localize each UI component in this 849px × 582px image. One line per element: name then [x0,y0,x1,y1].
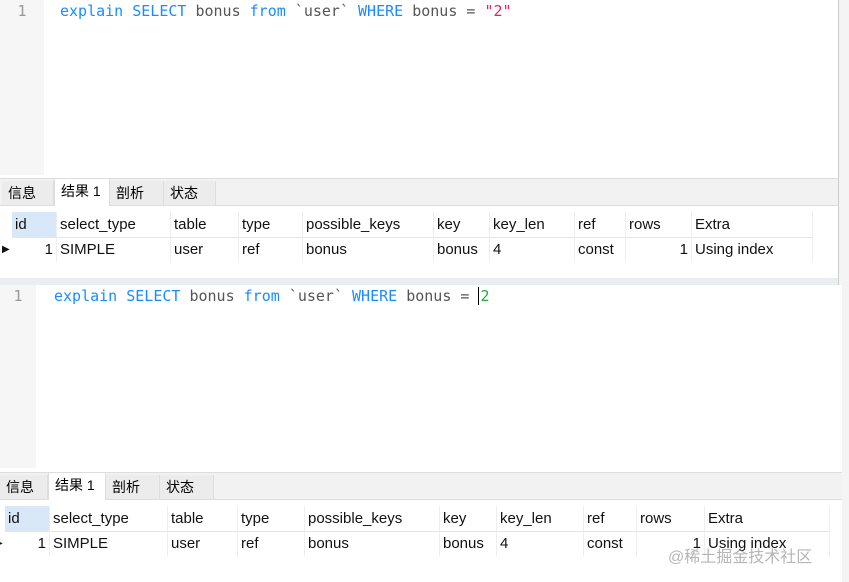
cell-possible-keys[interactable]: bonus [305,531,440,556]
cell-key[interactable]: bonus [434,237,490,262]
cell-possible-keys[interactable]: bonus [303,237,434,262]
keyword: from [243,287,280,305]
keyword: from [249,2,286,20]
sql-code[interactable]: explain SELECT bonus from `user` WHERE b… [54,287,490,305]
cell-extra[interactable]: Using index [692,237,813,262]
cell-type[interactable]: ref [239,237,303,262]
line-number: 1 [0,0,44,175]
cell-select-type[interactable]: SIMPLE [50,531,168,556]
keyword: SELECT [126,287,181,305]
tab-3[interactable]: 状态 [164,181,216,205]
cell-ref[interactable]: const [575,237,626,262]
keyword: explain [54,287,118,305]
column-header-possible-keys[interactable]: possible_keys [303,212,434,237]
result-tabs: 信息 结果 1 剖析 状态 [0,472,842,500]
cell-key[interactable]: bonus [440,531,497,556]
column-header-extra[interactable]: Extra [705,506,830,531]
column-header-type[interactable]: type [239,212,303,237]
cell-table[interactable]: user [171,237,239,262]
tab-1[interactable]: 结果 1 [48,472,106,500]
column-header-rows[interactable]: rows [626,212,692,237]
cell-id[interactable]: 1 [12,237,57,262]
column-header-id[interactable]: id [12,212,57,237]
column-header-id[interactable]: id [5,506,50,531]
column: bonus [186,2,250,20]
table-row[interactable]: ▶1SIMPLEuserrefbonusbonus4const1Using in… [2,237,813,262]
tab-2[interactable]: 剖析 [106,475,160,499]
table-name: `user` [285,2,359,20]
column-header-possible-keys[interactable]: possible_keys [305,506,440,531]
column-header-type[interactable]: type [238,506,305,531]
grid-header: id select_type table type possible_keys key ke… [5,506,830,532]
cell-key-len[interactable]: 4 [490,237,575,262]
table-name: `user` [279,287,353,305]
query-panel-1: 1 explain SELECT bonus from `user` WHERE… [0,0,838,278]
sql-code[interactable]: explain SELECT bonus from `user` WHERE b… [60,2,512,20]
column-header-key-len[interactable]: key_len [497,506,584,531]
sql-editor[interactable]: 1 explain SELECT bonus from `user` WHERE… [0,285,842,468]
literal-value: "2" [484,2,512,20]
column-header-extra[interactable]: Extra [692,212,813,237]
column-header-table[interactable]: table [171,212,239,237]
column-header-ref[interactable]: ref [584,506,637,531]
cell-ref[interactable]: const [584,531,637,556]
sql-editor[interactable]: 1 explain SELECT bonus from `user` WHERE… [0,0,838,175]
column: bonus [180,287,244,305]
line-number: 1 [0,285,36,468]
tab-1[interactable]: 结果 1 [54,178,110,206]
condition: bonus = [397,287,479,305]
column-header-key[interactable]: key [434,212,490,237]
tab-3[interactable]: 状态 [160,475,214,499]
cell-table[interactable]: user [168,531,238,556]
cell-id[interactable]: 1 [5,531,50,556]
column-header-rows[interactable]: rows [637,506,705,531]
watermark: @稀土掘金技术社区 [668,549,813,566]
query-panel-2: 1 explain SELECT bonus from `user` WHERE… [0,285,842,582]
keyword: WHERE [352,287,398,305]
column-header-ref[interactable]: ref [575,212,626,237]
result-grid: id select_type table type possible_keys key ke… [2,212,813,264]
column-header-table[interactable]: table [168,506,238,531]
keyword: SELECT [132,2,187,20]
cell-type[interactable]: ref [238,531,305,556]
column-header-select-type[interactable]: select_type [50,506,168,531]
grid-header: id select_type table type possible_keys key ke… [12,212,813,238]
keyword: explain [60,2,124,20]
tab-0[interactable]: 信息 [0,475,48,499]
cell-key-len[interactable]: 4 [497,531,584,556]
cell-select-type[interactable]: SIMPLE [57,237,171,262]
column-header-key[interactable]: key [440,506,497,531]
result-tabs: 信息 结果 1 剖析 状态 [0,178,838,206]
current-row-marker-icon: ▶ [2,244,10,255]
literal-value: 2 [480,287,490,305]
tab-2[interactable]: 剖析 [110,181,164,205]
cell-rows[interactable]: 1 [626,237,692,262]
keyword: WHERE [358,2,404,20]
column-header-select-type[interactable]: select_type [57,212,171,237]
tab-0[interactable]: 信息 [2,181,54,205]
column-header-key-len[interactable]: key_len [490,212,575,237]
condition: bonus = [403,2,485,20]
